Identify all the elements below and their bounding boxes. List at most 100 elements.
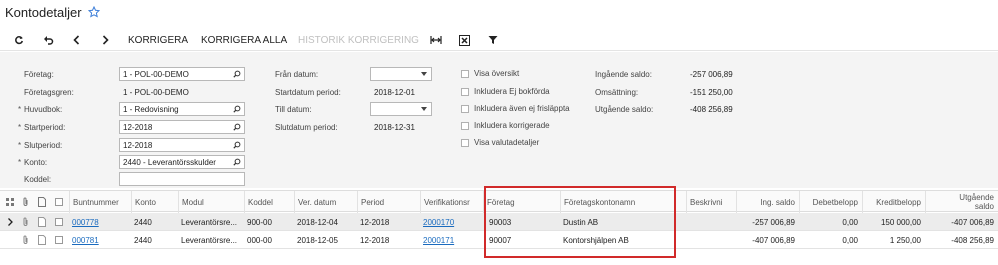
startperiod-value: 12-2018 xyxy=(123,123,153,132)
note-icon xyxy=(38,197,46,209)
visa-oversikt-checkbox[interactable] xyxy=(461,70,469,78)
search-icon[interactable] xyxy=(233,105,241,113)
col-beskrivning[interactable]: Beskrivni xyxy=(686,191,736,213)
col-utgaende-saldo[interactable]: Utgående saldo xyxy=(925,191,998,213)
konto-value: 2440 - Leverantörsskulder xyxy=(123,158,216,167)
cell-modul: Leverantörsre... xyxy=(181,217,238,227)
frislappta-label: Inkludera även ej frisläppta xyxy=(474,104,570,113)
search-icon[interactable] xyxy=(233,70,241,78)
korrigerade-checkbox[interactable] xyxy=(461,122,469,130)
filter-icon[interactable] xyxy=(488,29,498,51)
startperiod-field[interactable]: 12-2018 xyxy=(119,120,245,134)
cell-debetbelopp: 0,00 xyxy=(842,217,858,227)
konto-field[interactable]: 2440 - Leverantörsskulder xyxy=(119,155,245,169)
col-buntnummer[interactable]: Buntnummer xyxy=(69,191,131,213)
page-title: Kontodetaljer xyxy=(5,4,82,20)
row-checkbox[interactable] xyxy=(55,218,63,228)
cell-koddel: 900-00 xyxy=(247,217,272,227)
fran-datum-label: Från datum: xyxy=(275,70,319,79)
grid-settings-icon[interactable] xyxy=(6,198,14,208)
col-ver-datum[interactable]: Ver. datum xyxy=(294,191,357,213)
huvudbok-field[interactable]: 1 - Redovisning xyxy=(119,102,245,116)
chevron-down-icon[interactable] xyxy=(421,107,427,111)
valutadetaljer-checkbox[interactable] xyxy=(461,139,469,147)
valutadetaljer-label: Visa valutadetaljer xyxy=(474,138,540,147)
till-datum-field[interactable] xyxy=(370,102,432,116)
search-icon[interactable] xyxy=(233,123,241,131)
col-koddel[interactable]: Koddel xyxy=(244,191,294,213)
utgaende-saldo-value: -408 256,89 xyxy=(690,105,733,114)
korrigera-alla-button[interactable]: KORRIGERA ALLA xyxy=(201,29,287,51)
cell-utg-saldo: -408 256,89 xyxy=(951,235,994,245)
fit-columns-icon[interactable] xyxy=(430,29,442,51)
slutdatum-label: Slutdatum period: xyxy=(275,123,338,132)
note-icon[interactable] xyxy=(38,217,46,229)
korrigerade-label: Inkludera korrigerade xyxy=(474,121,550,130)
cell-period: 12-2018 xyxy=(360,235,390,245)
konto-label: Konto: xyxy=(18,158,47,167)
fran-datum-field[interactable] xyxy=(370,67,432,81)
col-period[interactable]: Period xyxy=(357,191,420,213)
note-icon[interactable] xyxy=(38,235,46,247)
cell-utg-saldo: -407 006,89 xyxy=(951,217,994,227)
ingaende-saldo-label: Ingående saldo: xyxy=(595,70,652,79)
col-konto[interactable]: Konto xyxy=(131,191,178,213)
cell-konto: 2440 xyxy=(134,217,152,227)
chevron-down-icon[interactable] xyxy=(421,72,427,76)
verifikationsnr-link[interactable]: 2000170 xyxy=(423,218,454,227)
slutdatum-value: 2018-12-31 xyxy=(374,123,415,132)
buntnummer-link[interactable]: 000781 xyxy=(72,236,99,245)
cell-beskrivning xyxy=(686,213,736,231)
ej-bokforda-checkbox[interactable] xyxy=(461,88,469,96)
cell-kreditbelopp: 150 000,00 xyxy=(880,217,921,227)
highlight-annotation-box xyxy=(484,186,676,258)
verifikationsnr-link[interactable]: 2000171 xyxy=(423,236,454,245)
undo-icon[interactable] xyxy=(43,29,54,51)
col-verifikationsnr[interactable]: Verifikationsr xyxy=(420,191,483,213)
cell-kreditbelopp: 1 250,00 xyxy=(889,235,921,245)
next-icon[interactable] xyxy=(102,29,109,51)
title-bar: Kontodetaljer xyxy=(5,4,100,20)
attachment-icon[interactable] xyxy=(22,217,29,229)
ej-bokforda-label: Inkludera Ej bokförda xyxy=(474,87,550,96)
cell-ing-saldo: -407 006,89 xyxy=(752,235,795,245)
till-datum-label: Till datum: xyxy=(275,105,312,114)
cell-modul: Leverantörsre... xyxy=(181,235,238,245)
koddel-label: Koddel: xyxy=(24,175,52,184)
startperiod-label: Startperiod: xyxy=(18,123,65,132)
col-ing-saldo[interactable]: Ing. saldo xyxy=(736,191,799,213)
favorite-star-icon[interactable] xyxy=(87,6,100,18)
search-icon[interactable] xyxy=(233,158,241,166)
col-modul[interactable]: Modul xyxy=(178,191,244,213)
current-row-indicator-icon xyxy=(8,218,13,228)
search-icon[interactable] xyxy=(233,141,241,149)
cell-koddel: 000-00 xyxy=(247,235,272,245)
utgaende-saldo-label: Utgående saldo: xyxy=(595,105,654,114)
refresh-icon[interactable] xyxy=(14,29,24,51)
ingaende-saldo-value: -257 006,89 xyxy=(690,70,733,79)
cell-ing-saldo: -257 006,89 xyxy=(752,217,795,227)
col-kreditbelopp[interactable]: Kreditbelopp xyxy=(862,191,925,213)
buntnummer-link[interactable]: 000778 xyxy=(72,218,99,227)
omsattning-label: Omsättning: xyxy=(595,88,639,97)
slutperiod-field[interactable]: 12-2018 xyxy=(119,138,245,152)
koddel-field[interactable] xyxy=(119,172,245,186)
slutperiod-value: 12-2018 xyxy=(123,141,153,150)
korrigera-button[interactable]: KORRIGERA xyxy=(128,29,188,51)
col-debetbelopp[interactable]: Debetbelopp xyxy=(799,191,862,213)
col-utgaende-saldo-line2: saldo xyxy=(974,202,994,211)
filter-form: Företag: 1 - POL-00-DEMO Företagsgren: 1… xyxy=(0,52,998,188)
cell-period: 12-2018 xyxy=(360,217,390,227)
attachment-icon[interactable] xyxy=(22,235,29,247)
slutperiod-label: Slutperiod: xyxy=(18,141,62,150)
previous-icon[interactable] xyxy=(73,29,80,51)
row-checkbox[interactable] xyxy=(55,236,63,246)
frislappta-checkbox[interactable] xyxy=(461,105,469,113)
foretag-value: 1 - POL-00-DEMO xyxy=(123,70,189,79)
historik-korrigering-button[interactable]: HISTORIK KORRIGERING xyxy=(298,29,419,51)
foretag-field[interactable]: 1 - POL-00-DEMO xyxy=(119,67,245,81)
foretagsgren-value: 1 - POL-00-DEMO xyxy=(123,88,189,97)
export-excel-icon[interactable] xyxy=(459,29,470,51)
select-all-checkbox[interactable] xyxy=(55,198,63,208)
cell-konto: 2440 xyxy=(134,235,152,245)
